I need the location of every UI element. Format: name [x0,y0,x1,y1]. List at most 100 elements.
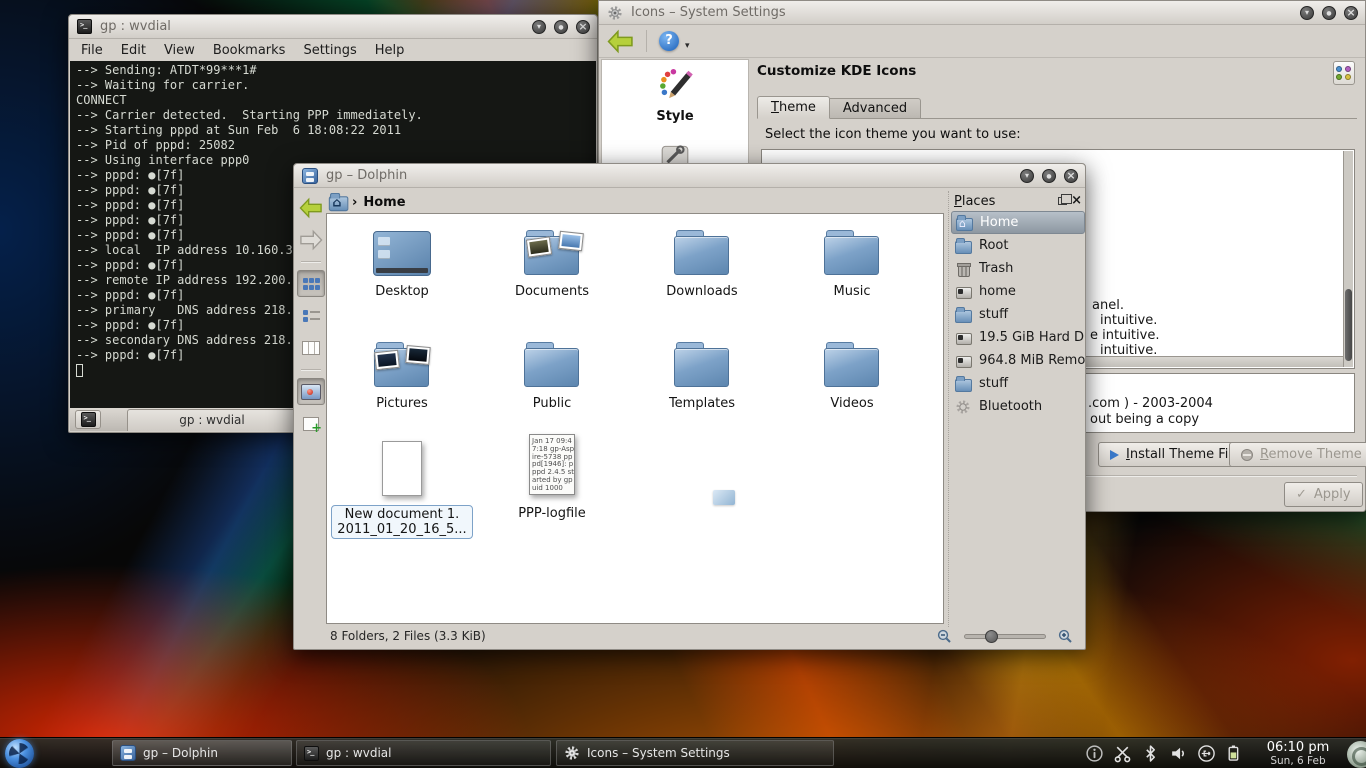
place-stuff-2[interactable]: stuff [951,372,1085,395]
folder-music[interactable]: Music [777,224,927,299]
terminal-line: --> Starting pppd at Sun Feb 6 18:08:22 … [76,123,590,138]
menu-bookmarks[interactable]: Bookmarks [213,43,286,58]
gear-icon [564,745,580,761]
taskbar-item-wvdial[interactable]: gp : wvdial [296,740,551,766]
zoom-out-icon[interactable] [937,629,952,644]
close-button[interactable] [576,20,590,34]
help-icon[interactable] [659,31,679,51]
folder-icon [674,342,730,388]
back-button[interactable] [297,194,325,221]
zoom-in-icon[interactable] [1058,629,1073,644]
place-stuff[interactable]: stuff [951,303,1085,326]
folder-downloads[interactable]: Downloads [627,224,777,299]
bluetooth-icon[interactable] [1141,744,1160,763]
text-preview-icon: Jan 17 09:4 7:18 gp-Asp ire-5738 pp pd[1… [529,434,575,495]
undock-icon[interactable] [1058,197,1067,205]
clipboard-scissors-icon[interactable] [1113,744,1132,763]
details-view-button[interactable] [297,302,325,329]
minimize-button[interactable] [532,20,546,34]
maximize-button[interactable] [1322,6,1336,20]
dolphin-icon [302,168,318,184]
place-hard-drive[interactable]: 19.5 GiB Hard Drive [951,326,1085,349]
chevron-down-icon[interactable]: ▾ [685,41,690,51]
info-icon[interactable] [1085,744,1104,763]
place-home-partition[interactable]: home [951,280,1085,303]
zoom-slider-thumb[interactable] [985,630,998,643]
places-panel: Places × ⌂Home Root Trash home stuff 19.… [948,191,1085,627]
taskbar-item-system-settings[interactable]: Icons – System Settings [556,740,834,766]
preview-button[interactable] [297,378,325,405]
terminal-line: --> Waiting for carrier. [76,78,590,93]
place-removable[interactable]: 964.8 MiB Remov… [951,349,1085,372]
dolphin-titlebar[interactable]: gp – Dolphin [294,164,1085,188]
folder-videos[interactable]: Videos [777,336,927,411]
drive-icon [955,284,971,300]
maximize-button[interactable] [1042,169,1056,183]
tab-theme[interactable]: Theme [757,96,830,119]
breadcrumb: ⌂ › Home [330,191,406,213]
documents-folder-icon [524,230,580,276]
place-root[interactable]: Root [951,234,1085,257]
folder-templates[interactable]: Templates [627,336,777,411]
install-arrow-icon [1110,450,1119,460]
file-ppp-logfile[interactable]: Jan 17 09:4 7:18 gp-Asp ire-5738 pp pd[1… [477,429,627,521]
battery-icon[interactable] [1225,744,1244,763]
folder-public[interactable]: Public [477,336,627,411]
place-home[interactable]: ⌂Home [951,211,1085,234]
folder-pictures[interactable]: Pictures [327,336,477,411]
columns-view-button[interactable] [297,334,325,361]
clock[interactable]: 06:10 pm Sun, 6 Feb [1260,740,1336,767]
place-trash[interactable]: Trash [951,257,1085,280]
folder-desktop[interactable]: Desktop [327,224,477,299]
icons-view-button[interactable] [297,270,325,297]
forward-button[interactable] [297,226,325,253]
icon-grid-button[interactable] [1333,61,1355,85]
minimize-button[interactable] [1300,6,1314,20]
back-arrow-icon[interactable] [607,29,634,54]
tab-advanced[interactable]: Advanced [830,98,921,119]
zoom-slider[interactable] [964,634,1046,639]
details-view-icon [303,310,320,322]
scrollbar-thumb[interactable] [1345,289,1352,361]
menu-settings[interactable]: Settings [303,43,356,58]
close-button[interactable] [1064,169,1078,183]
menu-edit[interactable]: Edit [121,43,146,58]
file-new-document[interactable]: New document 1. 2011_01_20_16_5... [327,436,477,539]
menu-view[interactable]: View [164,43,195,58]
panel-toolbox-cashew[interactable] [1347,741,1366,768]
menu-file[interactable]: File [81,43,103,58]
apply-button[interactable]: ✓ Apply [1284,482,1363,507]
check-icon: ✓ [1296,487,1307,502]
close-icon[interactable]: × [1071,195,1082,207]
back-arrow-icon [299,197,323,219]
app-launcher-button[interactable] [5,739,34,768]
dolphin-icon [120,745,136,761]
sidebar-item-style[interactable]: Style [602,68,748,124]
usb-device-icon[interactable] [1197,744,1216,763]
dot-icon [1336,74,1342,80]
folder-view[interactable]: Desktop Documents Downloads Music [326,213,944,624]
volume-icon[interactable] [1169,744,1188,763]
folder-icon [955,238,971,254]
minimize-button[interactable] [1020,169,1034,183]
split-view-button[interactable] [297,410,325,437]
settings-titlebar[interactable]: Icons – System Settings [599,1,1365,25]
vertical-scrollbar[interactable] [1343,151,1353,367]
place-bluetooth[interactable]: Bluetooth [951,395,1085,418]
terminal-titlebar[interactable]: gp : wvdial [69,15,597,39]
terminal-tab[interactable]: gp : wvdial [127,409,297,431]
credit-fragment: .com ) - 2003-2004 [1088,396,1213,411]
menu-help[interactable]: Help [375,43,405,58]
breadcrumb-home[interactable]: Home [363,195,405,210]
new-tab-button[interactable] [75,410,101,429]
pictures-folder-icon [374,342,430,388]
taskbar-item-dolphin[interactable]: gp – Dolphin [112,740,292,766]
gear-icon [955,399,971,415]
remove-theme-button[interactable]: Remove Theme [1229,442,1366,467]
settings-tabs: Theme Advanced [757,96,921,119]
theme-description-fragment: anel. [1092,298,1124,313]
maximize-button[interactable] [554,20,568,34]
folder-documents[interactable]: Documents [477,224,627,299]
close-button[interactable] [1344,6,1358,20]
home-folder-icon[interactable]: ⌂ [329,193,347,211]
